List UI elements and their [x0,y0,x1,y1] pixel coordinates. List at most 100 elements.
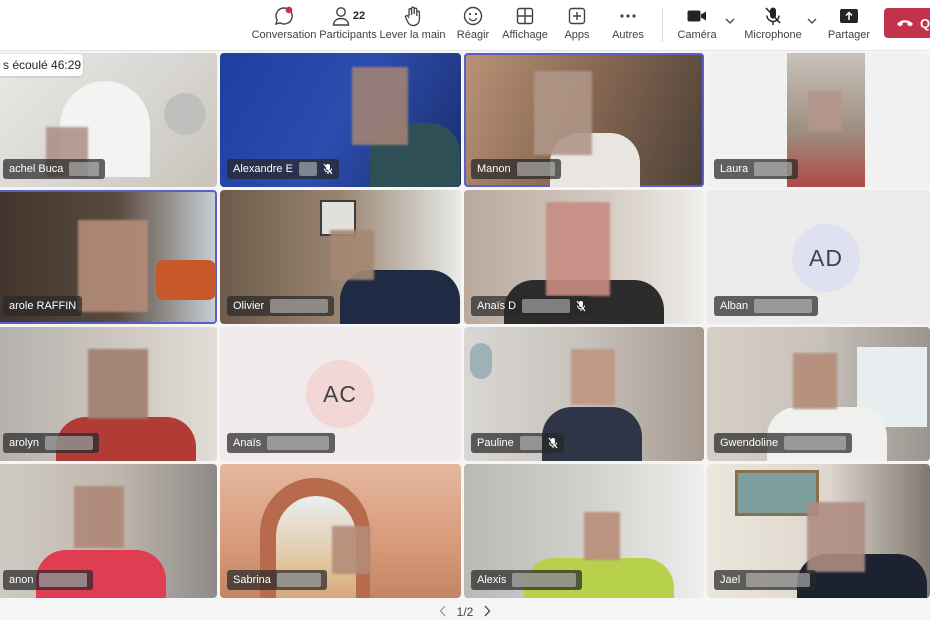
hand-icon [403,5,423,27]
chevron-left-icon[interactable] [439,605,447,620]
camera-label: Caméra [677,29,717,41]
participant-name: Alexis [477,574,507,586]
camera-options-chevron-down-icon[interactable] [723,14,737,28]
blurred-face [584,512,620,560]
redacted-name [784,436,847,450]
participant-name-tag: arolyn [3,433,99,453]
more-button[interactable]: Autres [610,0,646,50]
participants-button[interactable]: 22 Participants [319,0,377,50]
share-button[interactable]: Partager [826,0,872,50]
blurred-face [571,349,615,405]
participant-name: Pauline [477,437,514,449]
chat-icon [273,5,295,27]
microphone-options-chevron-down-icon[interactable] [805,14,819,28]
redacted-name [754,299,813,313]
participant-name-tag: Alexis [471,570,583,590]
participant-name: Manon [477,163,511,175]
view-button[interactable]: Affichage [501,0,549,50]
microphone-button[interactable]: Microphone [744,0,802,50]
emoji-icon [462,5,484,27]
share-label: Partager [827,29,871,41]
blurred-face [74,486,124,548]
apps-label: Apps [564,29,590,41]
participant-tile[interactable]: AC Anaïs [220,327,461,461]
redacted-name [512,573,577,587]
more-icon [618,5,638,27]
blurred-face [808,91,842,131]
participant-name-tag: achel Buca [3,159,106,179]
camera-button[interactable]: Caméra [676,0,718,50]
participant-tile[interactable]: Pauline [464,327,704,461]
participant-name-tag: Alban [714,296,819,316]
blurred-face [546,202,610,296]
view-label: Affichage [502,29,548,41]
mic-off-icon [576,300,586,312]
orange-chair [156,260,216,300]
participant-tile[interactable]: Sabrina [220,464,461,598]
blurred-face [352,67,408,145]
participant-tile[interactable]: Alexis [464,464,704,598]
participant-tile[interactable]: arolyn [0,327,217,461]
participants-label: Participants [319,29,377,41]
redacted-name [270,299,329,313]
participant-tile[interactable]: Anaïs D [464,190,704,324]
meeting-toolbar: Conversation 22 Participants Lever la ma… [0,0,930,51]
participant-name: arole RAFFIN [9,300,77,312]
participant-tile[interactable]: Gwendoline [707,327,930,461]
redacted-name [276,573,321,587]
participant-name-tag: Alexandre E [227,159,339,179]
hang-up-icon [897,20,913,27]
mic-off-icon [548,437,558,449]
redacted-name [746,573,811,587]
participant-tile[interactable]: Laura [707,53,930,187]
conversation-label: Conversation [251,29,317,41]
participant-name: Gwendoline [720,437,779,449]
blurred-face [78,220,148,312]
leave-label: Q [920,15,930,31]
participant-tile[interactable]: AD Alban [707,190,930,324]
redacted-name [522,299,571,313]
participant-name: anon [9,574,34,586]
redacted-name [267,436,330,450]
blurred-face [88,349,148,419]
participant-tile-active-speaker[interactable]: Manon [464,53,704,187]
participant-name-tag: Jael [714,570,817,590]
microphone-label: Microphone [744,29,802,41]
redacted-name [44,436,93,450]
participant-name: achel Buca [9,163,64,175]
avatar: AC [306,360,374,428]
participant-tile-active-speaker[interactable]: arole RAFFIN [0,190,217,324]
blurred-face [330,230,374,280]
participant-name: Alexandre E [233,163,293,175]
participant-tile[interactable]: anon [0,464,217,598]
mic-off-icon [323,163,333,175]
video-camera-icon [686,5,708,27]
apps-button[interactable]: Apps [560,0,594,50]
leave-call-button[interactable]: Q [884,8,930,38]
redacted-name [39,573,88,587]
chevron-right-icon[interactable] [483,605,491,620]
mic-off-icon [763,5,783,27]
participant-tile[interactable]: Alexandre E [220,53,461,187]
share-screen-icon [838,5,860,27]
participant-name-tag: Gwendoline [714,433,853,453]
meeting-elapsed-timer: s écoulé 46:29 [0,54,83,76]
raise-hand-button[interactable]: Lever la main [379,0,446,50]
redacted-name [754,162,793,176]
grid-icon [515,5,535,27]
react-button[interactable]: Réagir [453,0,493,50]
participant-tile[interactable]: Jael [707,464,930,598]
react-label: Réagir [456,29,490,41]
participant-name-tag: Laura [714,159,799,179]
more-label: Autres [612,29,644,41]
participants-count: 22 [352,10,366,22]
redacted-name [69,162,100,176]
participant-name: Olivier [233,300,265,312]
redacted-name [516,162,555,176]
add-app-icon [567,5,587,27]
blurred-face [332,526,370,574]
participant-name-tag: Pauline [471,433,564,453]
participant-name: Sabrina [233,574,271,586]
conversation-button[interactable]: Conversation [251,0,317,50]
participant-tile[interactable]: Olivier [220,190,461,324]
